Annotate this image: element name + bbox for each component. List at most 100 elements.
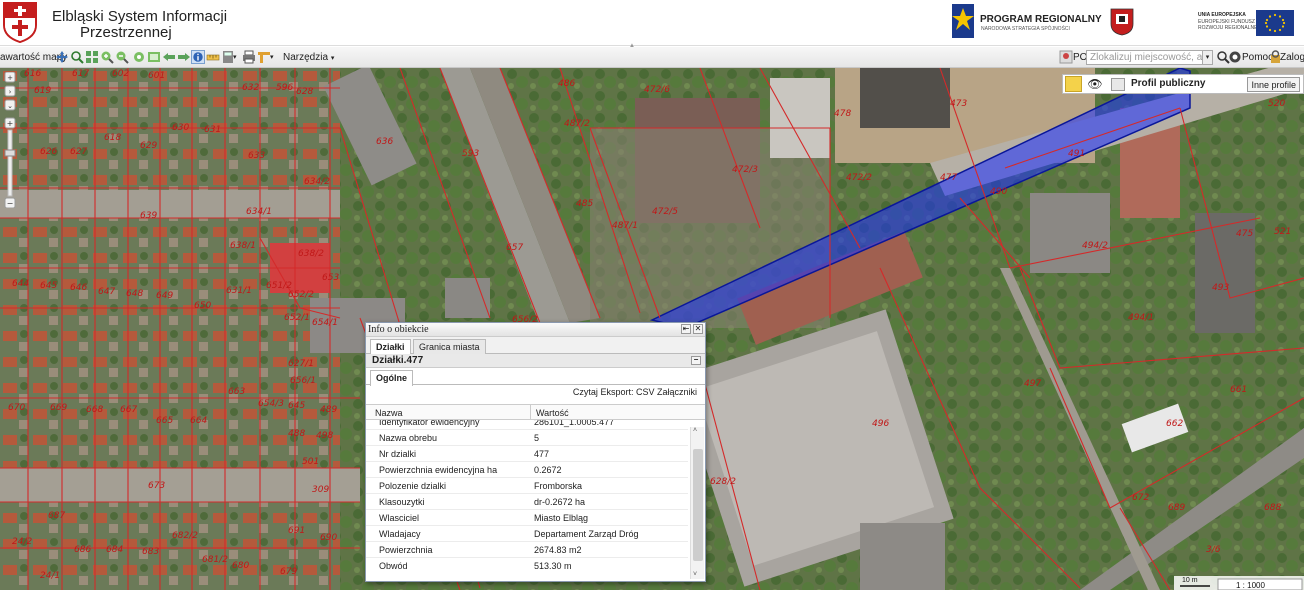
table-row[interactable]: Obwód 513.30 m [366, 558, 688, 570]
parcel-label: 638/1 [230, 241, 256, 251]
parcel-label: 497 [1024, 379, 1041, 389]
other-profiles-button[interactable]: Inne profile [1247, 77, 1300, 92]
tab-ogolne[interactable]: Ogólne [370, 370, 413, 386]
info-icon[interactable] [191, 50, 205, 64]
program-star-logo [952, 4, 974, 38]
parcel-label: 662 [1166, 419, 1183, 429]
popup-titlebar[interactable]: Info o obiekcie ⇤ ✕ [366, 323, 705, 337]
tab-dzialki[interactable]: Działki [370, 339, 411, 355]
scroll-down-icon[interactable]: ˅ [693, 571, 697, 578]
tab-granica-miasta[interactable]: Granica miasta [413, 339, 486, 354]
parcel-label: 628/2 [710, 477, 736, 487]
measure-icon[interactable] [206, 50, 220, 64]
parcel-label: 686 [74, 545, 91, 555]
export-dropdown-icon[interactable]: ▾ [270, 50, 274, 65]
table-row[interactable]: Powierzchnia ewidencyjna ha 0.2672 [366, 462, 688, 478]
parcel-label: 654/3 [258, 399, 284, 409]
parcel-label: 617 [72, 69, 89, 79]
previous-view-icon[interactable] [162, 50, 176, 64]
column-value-header[interactable]: Wartość [536, 405, 569, 421]
attribute-value: Fromborska [534, 481, 583, 491]
attachments-link[interactable]: Załączniki [657, 387, 697, 397]
parcel-label: 626 [40, 147, 57, 157]
parcel-label: 618 [104, 133, 121, 143]
attribute-name: Nr dzialki [379, 449, 417, 459]
scrollbar-thumb[interactable] [693, 449, 703, 561]
attribute-table-body: Identyfikator ewidencyjny 286101_1.0005.4… [366, 420, 705, 570]
table-row[interactable]: Wlasciciel Miasto Elbląg [366, 510, 688, 526]
table-row[interactable]: Polozenie dzialki Fromborska [366, 478, 688, 494]
elblag-crest-logo [3, 2, 37, 43]
help-icon[interactable] [1228, 50, 1242, 64]
parcel-label: 654/1 [312, 318, 338, 328]
poi-icon[interactable] [1059, 50, 1073, 64]
warning-icon[interactable] [1065, 76, 1082, 92]
parcel-label: 477 [940, 173, 957, 183]
parcel-label: 601 [148, 71, 165, 81]
full-extent-icon[interactable] [85, 50, 99, 64]
parcel-label: 619 [34, 86, 51, 96]
parcel-label: 661 [1230, 385, 1247, 395]
parcel-label: 521 [1274, 227, 1291, 237]
attribute-name: Powierzchnia ewidencyjna ha [379, 465, 498, 475]
parcel-label: 488 [288, 429, 305, 439]
parcel-label: 652/1 [284, 313, 310, 323]
next-view-icon[interactable] [177, 50, 191, 64]
parcel-label: 472/2 [846, 173, 872, 183]
profile-label: Profil publiczny [1131, 78, 1206, 89]
close-icon[interactable]: ✕ [693, 324, 703, 334]
table-row[interactable]: Wladajacy Departament Zarząd Dróg [366, 526, 688, 542]
zoom-in-icon[interactable] [100, 50, 114, 64]
parcel-label: 664 [190, 416, 207, 426]
layers-icon[interactable] [147, 50, 161, 64]
tools-menu[interactable]: Narzędzia ▾ [283, 50, 334, 65]
table-row[interactable]: Nr dzialki 477 [366, 446, 688, 462]
location-search-input[interactable]: Zlokalizuj miejscowość, adres ... [1086, 50, 1213, 65]
scale-ratio: 1 : 1000 [1236, 581, 1265, 590]
program-title: PROGRAM REGIONALNY [980, 14, 1102, 25]
parcel-label: 683 [142, 547, 159, 557]
parcel-label: 487/1 [612, 221, 638, 231]
zoom-box-icon[interactable] [70, 50, 84, 64]
export-icon[interactable] [257, 50, 271, 64]
attribute-value: 513.30 m [534, 561, 572, 570]
eye-icon[interactable]: 👁 [1087, 77, 1103, 91]
pan-icon[interactable] [55, 50, 69, 64]
zoom-slider[interactable]: + › ⌄ + − [4, 72, 16, 208]
parcel-label: 689 [1168, 503, 1185, 513]
object-info-popup: Info o obiekcie ⇤ ✕ Działki Granica mias… [365, 322, 706, 582]
parcel-label: 657 [506, 243, 523, 253]
svg-text:⌄: ⌄ [7, 102, 13, 110]
scroll-up-icon[interactable]: ˄ [693, 427, 697, 434]
table-row[interactable]: Nazwa obrebu 5 [366, 430, 688, 446]
print-icon[interactable] [242, 50, 256, 64]
parcel-label: 478 [834, 109, 851, 119]
collapse-section-icon[interactable]: − [691, 356, 701, 365]
export-csv-link[interactable]: Eksport: CSV [600, 387, 654, 397]
popup-links: Czytaj Eksport: CSV Załączniki [366, 385, 705, 400]
zoom-out-icon[interactable] [115, 50, 129, 64]
parcel-label: 634/2 [304, 177, 330, 187]
table-row[interactable]: Powierzchnia 2674.83 m2 [366, 542, 688, 558]
table-row[interactable]: Identyfikator ewidencyjny 286101_1.0005.4… [366, 420, 688, 430]
parcel-label: 656/1 [290, 376, 316, 386]
parcel-label: 632 [242, 83, 259, 93]
settings-icon[interactable] [132, 50, 146, 64]
table-row[interactable]: Klasouzytki dr-0.2672 ha [366, 494, 688, 510]
search-dropdown-icon[interactable]: ▾ [1202, 51, 1212, 64]
parcel-label: 489 [320, 405, 337, 415]
table-scrollbar[interactable]: ˄ ˅ [690, 427, 704, 579]
read-link[interactable]: Czytaj [573, 387, 598, 397]
popup-title: Info o obiekcie [368, 324, 429, 335]
column-name-header[interactable]: Nazwa [375, 405, 403, 421]
parcel-label: 680 [232, 561, 249, 571]
parcel-label: 472/5 [652, 207, 678, 217]
parcel-label: 667 [120, 405, 137, 415]
app-title-line2: Przestrzennej [80, 24, 172, 41]
region-crest-logo [1110, 8, 1134, 36]
dock-icon[interactable]: ⇤ [681, 324, 691, 334]
parcel-label: 691 [288, 526, 305, 536]
login-label[interactable]: Zaloguj [1280, 50, 1304, 65]
attribute-name: Wladajacy [379, 529, 421, 539]
calculator-dropdown-icon[interactable]: ▾ [233, 50, 237, 65]
